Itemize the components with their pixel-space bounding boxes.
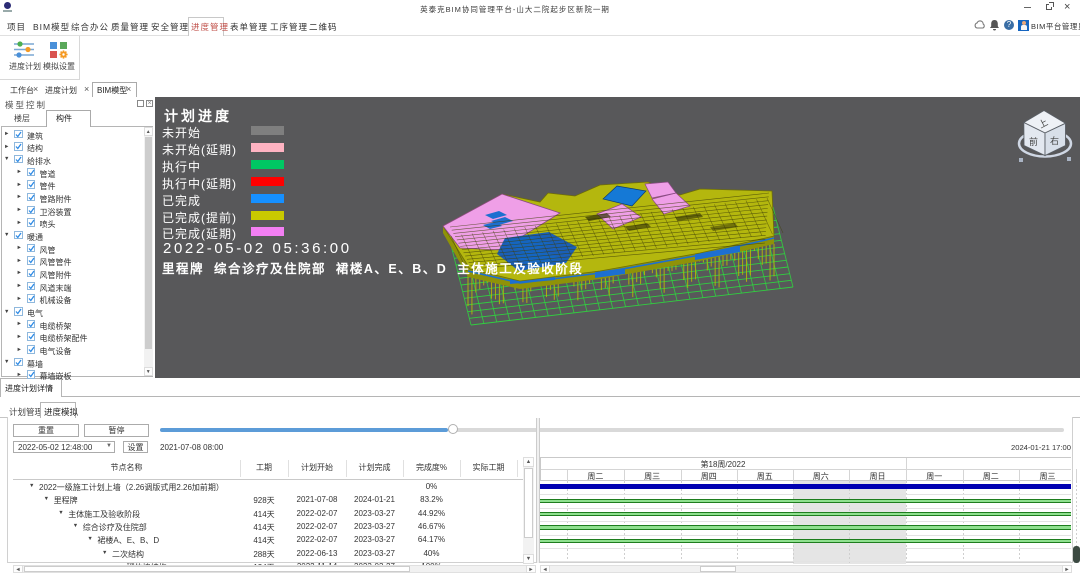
svg-text:右: 右 <box>1050 135 1059 146</box>
svg-text:前: 前 <box>1029 136 1038 147</box>
